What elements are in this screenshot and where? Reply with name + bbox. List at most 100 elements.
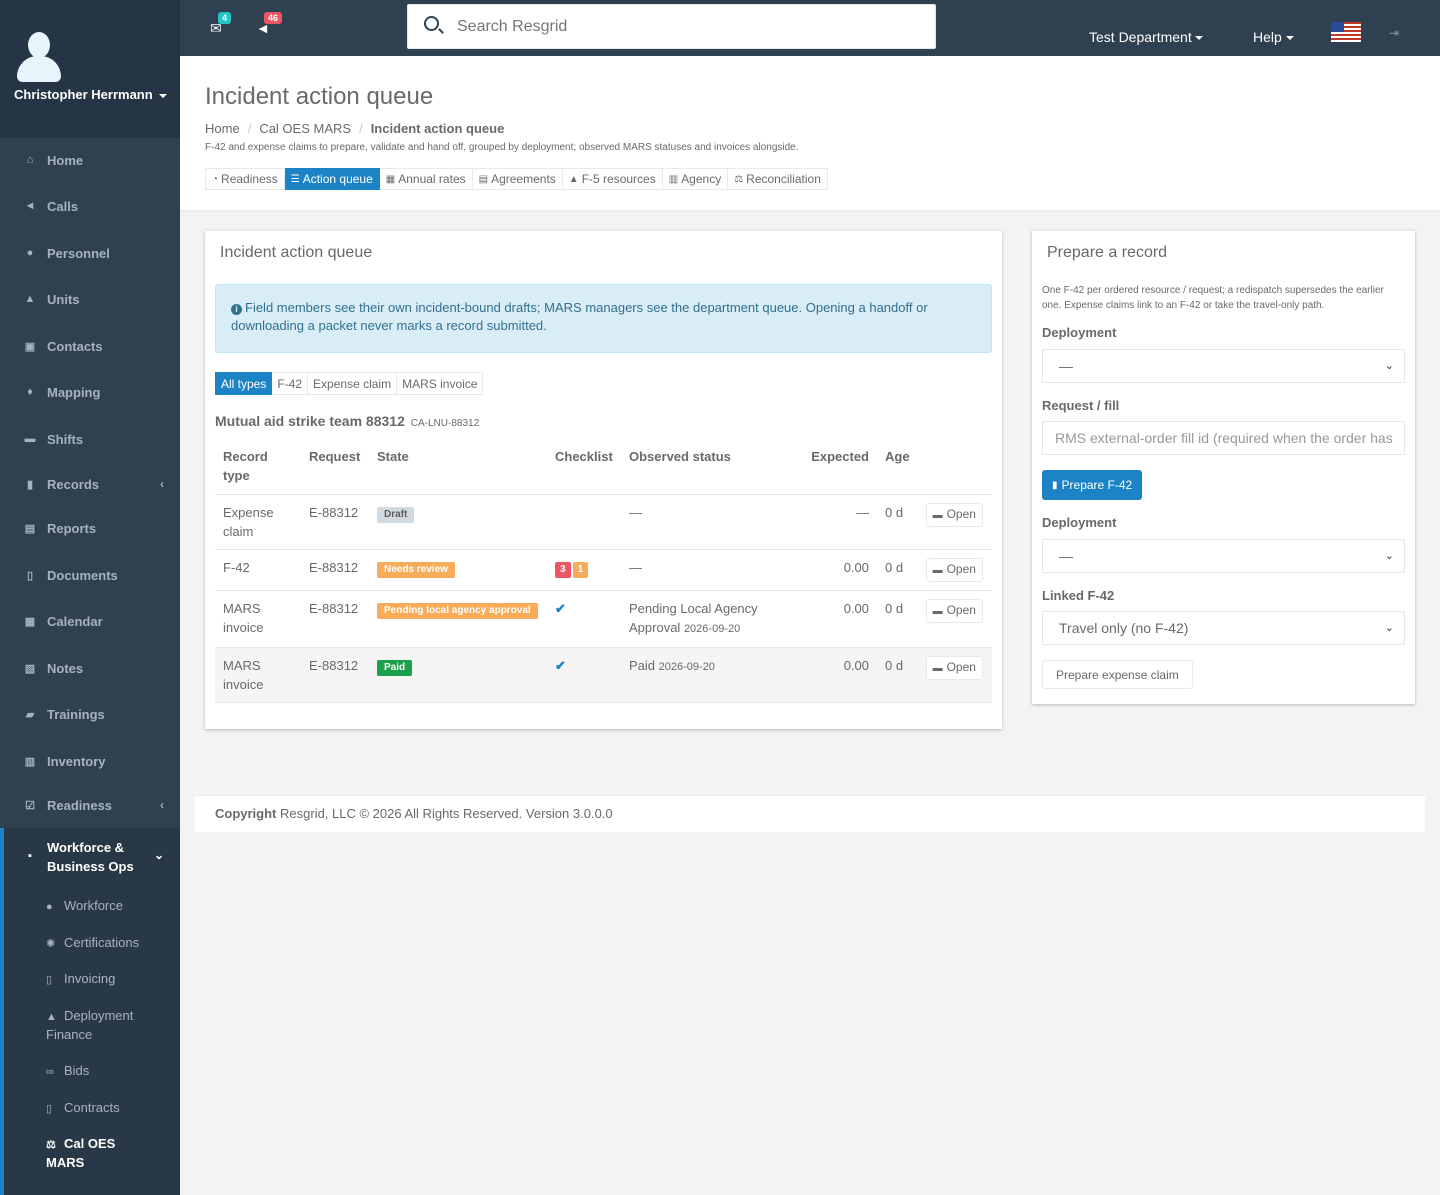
prepare-f42-button[interactable]: ▮ Prepare F-42 bbox=[1042, 470, 1143, 500]
shifts-icon: ▬ bbox=[24, 433, 36, 445]
sidebar-subitem-workforce[interactable]: ● Workforce bbox=[46, 897, 123, 916]
cell-request: E-88312 bbox=[301, 549, 369, 591]
logout-icon[interactable]: ⇥ bbox=[1389, 26, 1399, 40]
sidebar-item-reports[interactable]: ▤ Reports bbox=[0, 506, 180, 550]
us-flag-icon[interactable] bbox=[1331, 22, 1361, 42]
sidebar-subitem-certifications[interactable]: ✺ Certifications bbox=[46, 934, 139, 953]
sidebar-subitem-deployment-finance[interactable]: ▲ Deployment Finance bbox=[46, 1007, 166, 1044]
tab-agency[interactable]: ▥ Agency bbox=[662, 168, 729, 190]
breadcrumb-current: Incident action queue bbox=[370, 121, 505, 136]
sidebar-item-notes[interactable]: ▧ Notes bbox=[0, 646, 180, 690]
tab-agreements[interactable]: ▤ Agreements bbox=[472, 168, 563, 190]
sidebar-subitem-bids[interactable]: ∞ Bids bbox=[46, 1062, 89, 1081]
observed-date: 2026-09-20 bbox=[683, 623, 741, 635]
col-expected: Expected bbox=[781, 439, 877, 495]
sidebar-item-inventory[interactable]: ▥ Inventory bbox=[0, 739, 180, 783]
map-marker-icon: ♦ bbox=[27, 386, 33, 398]
page-description: F-42 and expense claims to prepare, vali… bbox=[205, 142, 799, 153]
deployment-select[interactable]: — ⌄ bbox=[1042, 349, 1405, 383]
open-button[interactable]: ▬ Open bbox=[925, 656, 983, 680]
profile-area: Christopher Herrmann bbox=[0, 0, 180, 138]
sidebar-subitem-cal-oes-mars[interactable]: ⚖ Cal OES MARS bbox=[46, 1135, 146, 1172]
tab-readiness[interactable]: ◔ Readiness bbox=[205, 168, 285, 190]
cell-checklist: ✔ bbox=[547, 590, 621, 648]
department-dropdown[interactable]: Test Department bbox=[1089, 29, 1203, 45]
deployment-name: Mutual aid strike team 88312 bbox=[215, 413, 405, 429]
search-box[interactable] bbox=[407, 4, 936, 49]
cell-observed: Pending Local Agency Approval 2026-09-20 bbox=[621, 590, 781, 648]
sidebar-item-contacts[interactable]: ▣ Contacts bbox=[0, 324, 180, 368]
reports-icon: ▤ bbox=[24, 522, 36, 535]
cell-expected: — bbox=[781, 494, 877, 550]
footer: Copyright Resgrid, LLC © 2026 All Rights… bbox=[195, 795, 1425, 832]
search-input[interactable] bbox=[455, 15, 915, 39]
breadcrumb-cal-oes-mars[interactable]: Cal OES MARS bbox=[259, 121, 351, 136]
state-badge: Needs review bbox=[377, 562, 455, 578]
folder-open-icon: ▬ bbox=[932, 606, 943, 617]
footer-version: Version 3.0.0.0 bbox=[525, 806, 613, 821]
footer-copyright-label: Copyright bbox=[215, 806, 277, 821]
sidebar-item-personnel[interactable]: ● Personnel bbox=[0, 231, 180, 275]
deployment-select-value: — bbox=[1059, 548, 1073, 564]
sidebar-item-label: Records bbox=[47, 476, 100, 492]
dashboard-icon: ◔ bbox=[212, 173, 219, 185]
sidebar-item-units[interactable]: ▲ Units bbox=[0, 277, 180, 321]
alerts-button[interactable]: ◄ 46 bbox=[256, 12, 283, 36]
filter-f42[interactable]: F-42 bbox=[272, 372, 309, 395]
state-badge: Pending local agency approval bbox=[377, 603, 538, 619]
sidebar-item-readiness[interactable]: ☑ Readiness ‹ bbox=[0, 783, 180, 827]
cell-state: Draft bbox=[369, 494, 547, 550]
tab-action-queue[interactable]: ☰ Action queue bbox=[284, 168, 380, 190]
open-button[interactable]: ▬ Open bbox=[925, 558, 983, 582]
sidebar-item-calendar[interactable]: ▦ Calendar bbox=[0, 599, 180, 643]
sidebar-item-records[interactable]: ▮ Records ‹ bbox=[0, 462, 180, 506]
open-button[interactable]: ▬ Open bbox=[925, 503, 983, 527]
filter-expense-claim[interactable]: Expense claim bbox=[308, 372, 398, 395]
tab-f5-resources[interactable]: ▲ F-5 resources bbox=[562, 168, 663, 190]
filter-mars-invoice[interactable]: MARS invoice bbox=[397, 372, 484, 395]
chevron-down-icon: ⌄ bbox=[1384, 622, 1394, 634]
sidebar-item-trainings[interactable]: ▰ Trainings bbox=[0, 692, 180, 736]
tab-label: Agreements bbox=[491, 172, 556, 186]
state-badge: Paid bbox=[377, 660, 413, 676]
avatar[interactable] bbox=[17, 32, 61, 82]
sidebar-item-documents[interactable]: ▯ Documents bbox=[0, 553, 180, 597]
deployment-code: CA-LNU-88312 bbox=[410, 418, 480, 429]
section-tabs: ◔ Readiness ☰ Action queue ▦ Annual rates ▤… bbox=[205, 168, 828, 190]
prepare-title: Prepare a record bbox=[1047, 244, 1168, 261]
contract-icon: ▯ bbox=[46, 1103, 53, 1115]
sidebar-item-shifts[interactable]: ▬ Shifts bbox=[0, 417, 180, 461]
tab-reconciliation[interactable]: ⚖ Reconciliation bbox=[728, 168, 828, 190]
linked-f42-select[interactable]: Travel only (no F-42) ⌄ bbox=[1042, 611, 1405, 645]
sidebar-item-workforce-business-ops[interactable]: ▪ Workforce & Business Ops ⌄ bbox=[0, 838, 180, 878]
help-dropdown[interactable]: Help bbox=[1253, 29, 1294, 45]
sidebar-item-home[interactable]: ⌂ Home bbox=[0, 138, 180, 182]
cell-checklist: ✔ bbox=[547, 647, 621, 703]
sidebar-item-mapping[interactable]: ♦ Mapping bbox=[0, 370, 180, 414]
chevron-left-icon: ‹ bbox=[160, 477, 164, 491]
cell-actions: ▬ Open bbox=[917, 494, 992, 550]
sidebar-item-calls[interactable]: ◄ Calls bbox=[0, 184, 180, 228]
sidebar-item-label: Readiness bbox=[47, 797, 113, 813]
filter-all-types[interactable]: All types bbox=[215, 372, 273, 395]
table-row: MARS invoice E-88312 Pending local agenc… bbox=[215, 590, 992, 648]
deployment-select-2[interactable]: — ⌄ bbox=[1042, 539, 1405, 573]
cell-state: Paid bbox=[369, 647, 547, 703]
col-record-type: Record type bbox=[215, 439, 301, 495]
list-icon: ☰ bbox=[290, 173, 300, 185]
col-age: Age bbox=[877, 439, 918, 495]
user-menu[interactable]: Christopher Herrmann bbox=[14, 87, 167, 102]
sidebar-subitem-invoicing[interactable]: ▯ Invoicing bbox=[46, 970, 115, 989]
tab-annual-rates[interactable]: ▦ Annual rates bbox=[379, 168, 473, 190]
prepare-expense-claim-button[interactable]: Prepare expense claim bbox=[1042, 660, 1193, 689]
certificate-icon: ✺ bbox=[46, 938, 56, 950]
sidebar-item-label: Units bbox=[47, 291, 80, 307]
messages-button[interactable]: ✉ 4 bbox=[210, 12, 232, 37]
document-icon: ▯ bbox=[26, 569, 34, 582]
observed-status-text: Paid bbox=[629, 658, 656, 673]
open-button[interactable]: ▬ Open bbox=[925, 599, 983, 623]
breadcrumb-home[interactable]: Home bbox=[205, 121, 240, 136]
truck-icon: ▲ bbox=[568, 173, 579, 185]
sidebar-subitem-contracts[interactable]: ▯ Contracts bbox=[46, 1099, 120, 1118]
request-fill-input[interactable]: RMS external-order fill id (required whe… bbox=[1042, 421, 1405, 455]
